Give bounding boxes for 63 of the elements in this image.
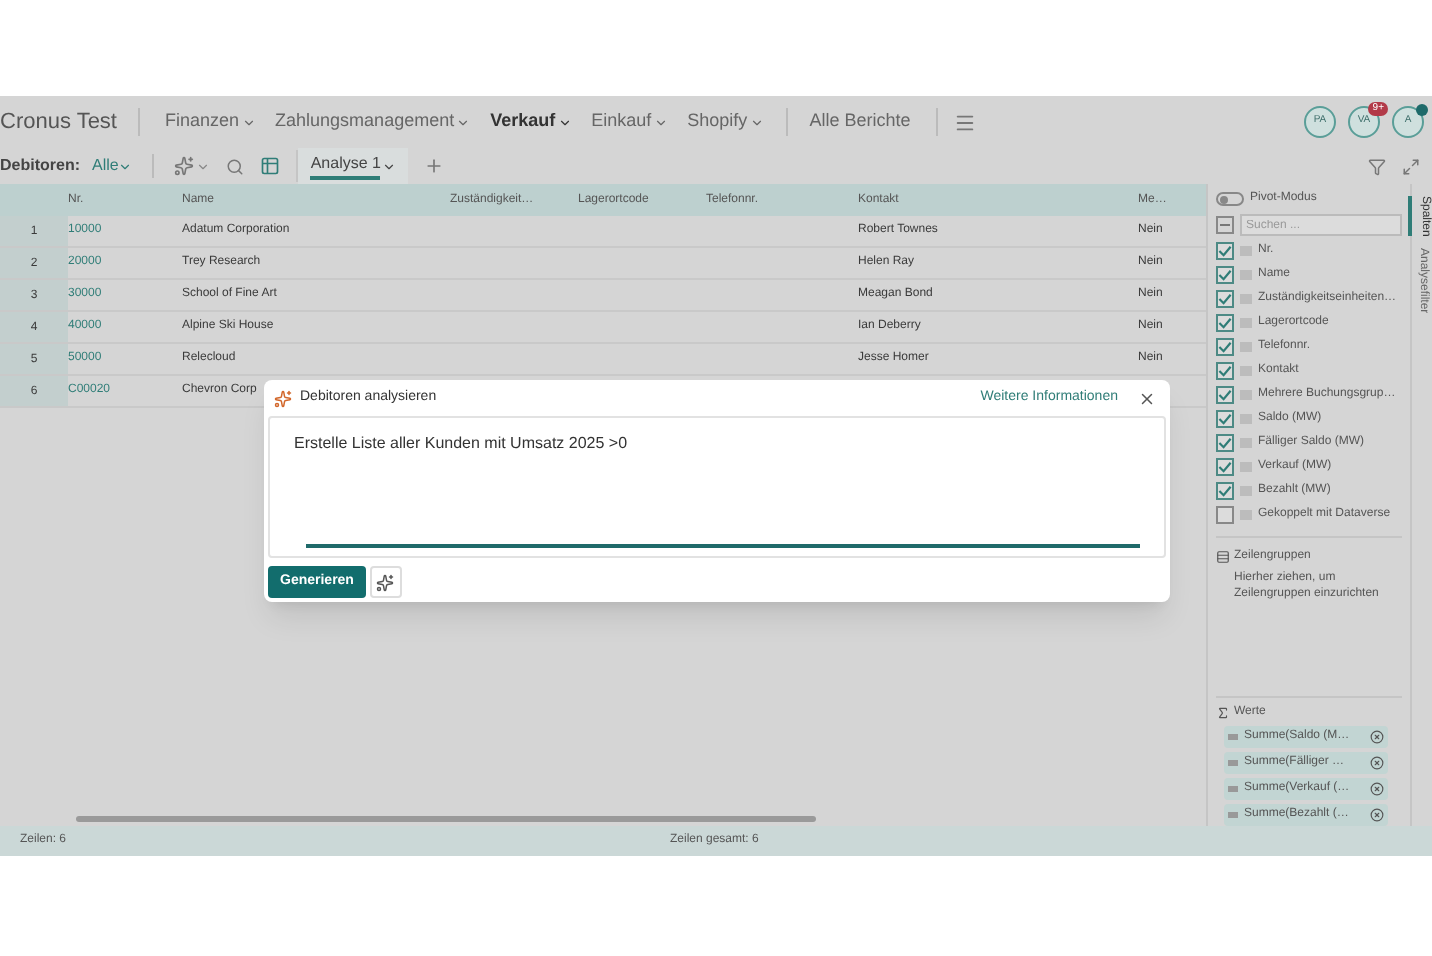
filter-icon[interactable] [1368, 157, 1386, 175]
chevron-icon [749, 115, 764, 129]
values-icon [1216, 706, 1230, 720]
checkbox[interactable] [1216, 410, 1234, 428]
close-icon[interactable] [1138, 389, 1156, 407]
add-icon[interactable] [424, 156, 445, 176]
nav-menu-item[interactable]: Zahlungsmanagement [265, 108, 481, 136]
remove-icon[interactable] [1370, 782, 1384, 796]
drag-handle-icon[interactable] [1240, 390, 1252, 400]
remove-icon[interactable] [1370, 756, 1384, 770]
checkbox[interactable] [1216, 434, 1234, 452]
expand-icon[interactable] [1402, 157, 1420, 175]
remove-icon[interactable] [1370, 730, 1384, 744]
checkbox[interactable] [1216, 290, 1234, 308]
drag-handle-icon[interactable] [1240, 318, 1252, 328]
chevron-icon [382, 159, 397, 173]
nav-menu-item[interactable]: Verkauf [480, 108, 582, 136]
chevron-icon [557, 115, 572, 129]
drag-handle-icon[interactable] [1240, 414, 1252, 424]
view-label: Debitoren: [0, 154, 80, 178]
analysis-tab[interactable]: Analyse 1 [298, 148, 409, 184]
spreadsheet-icon[interactable] [260, 156, 281, 176]
suggestions-button[interactable] [369, 566, 402, 598]
collapse-all-icon[interactable] [1216, 216, 1234, 234]
app-title: Cronus Test [0, 108, 139, 136]
chevron-icon [118, 159, 133, 173]
nav-menu-item[interactable]: Finanzen [155, 108, 266, 136]
checkbox[interactable] [1216, 506, 1234, 524]
checkbox[interactable] [1216, 242, 1234, 260]
checkbox[interactable] [1216, 266, 1234, 284]
toggle-switch[interactable] [1216, 192, 1244, 206]
menu-icon[interactable] [954, 111, 977, 133]
chevron-icon [456, 115, 471, 129]
copilot-icon[interactable] [174, 156, 195, 176]
checkbox[interactable] [1216, 386, 1234, 404]
drag-handle-icon[interactable] [1240, 270, 1252, 280]
search-icon[interactable] [226, 157, 245, 175]
drag-handle-icon[interactable] [1240, 486, 1252, 496]
row-groups-icon [1216, 550, 1230, 564]
sparkle-icon [376, 573, 395, 591]
chevron-icon [241, 115, 256, 129]
drag-handle-icon[interactable] [1240, 246, 1252, 256]
chevron-icon[interactable] [196, 159, 211, 173]
drag-handle-icon[interactable] [1240, 294, 1252, 304]
copilot-icon [274, 389, 292, 407]
drag-handle-icon[interactable] [1240, 342, 1252, 352]
checkbox[interactable] [1216, 458, 1234, 476]
prompt-text: Erstelle Liste aller Kunden mit Umsatz 2025 >0 [294, 432, 630, 456]
nav-menu-item[interactable]: Alle Berichte [799, 108, 921, 136]
drag-handle-icon[interactable] [1240, 438, 1252, 448]
checkbox[interactable] [1216, 482, 1234, 500]
remove-icon[interactable] [1370, 808, 1384, 822]
checkbox[interactable] [1216, 314, 1234, 332]
filter-dropdown[interactable]: Alle [92, 154, 133, 178]
checkbox[interactable] [1216, 362, 1234, 380]
chevron-icon [653, 115, 668, 129]
drag-handle-icon[interactable] [1240, 366, 1252, 376]
nav-menu-item[interactable]: Shopify [677, 108, 774, 136]
nav-menu-item[interactable]: Einkauf [581, 108, 678, 136]
drag-handle-icon[interactable] [1240, 510, 1252, 520]
drag-handle-icon[interactable] [1240, 462, 1252, 472]
prompt-field[interactable]: Erstelle Liste aller Kunden mit Umsatz 2025 >0 [268, 416, 1166, 558]
checkbox[interactable] [1216, 338, 1234, 356]
